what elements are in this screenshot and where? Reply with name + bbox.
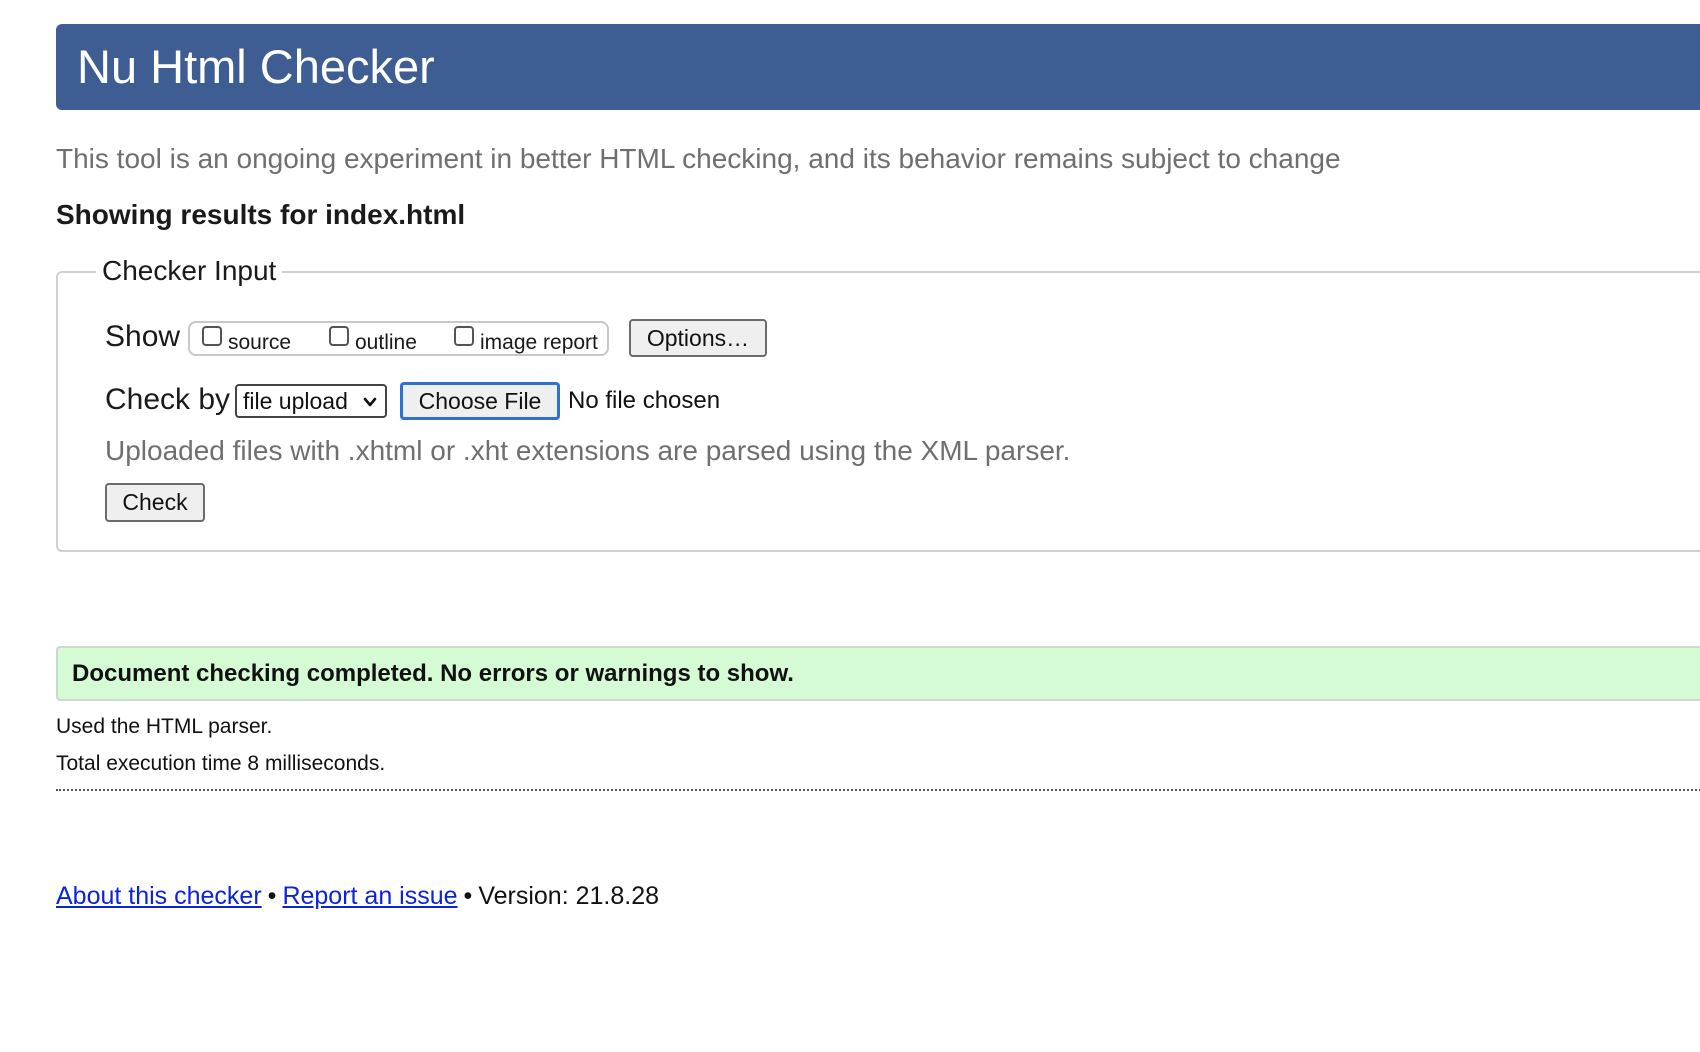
check-button[interactable]: Check xyxy=(105,483,205,522)
report-issue-link[interactable]: Report an issue xyxy=(282,882,457,910)
check-by-label: Check by xyxy=(105,383,231,416)
show-source-option[interactable]: source xyxy=(202,323,291,358)
success-message-bar: Document checking completed. No errors o… xyxy=(56,646,1700,701)
footer: About this checker • Report an issue • Versi… xyxy=(56,880,659,912)
show-label: Show xyxy=(105,320,181,353)
no-file-chosen-text: No file chosen xyxy=(568,387,721,414)
about-checker-link[interactable]: About this checker xyxy=(56,882,262,910)
source-checkbox-label: source xyxy=(228,330,292,354)
outline-checkbox[interactable] xyxy=(329,325,349,346)
chevron-down-icon xyxy=(363,397,377,407)
show-options-group: source outline image report xyxy=(188,321,609,356)
version-text: Version: 21.8.28 xyxy=(478,882,660,910)
outline-checkbox-label: outline xyxy=(355,330,417,354)
footer-separator: • xyxy=(463,882,473,910)
success-message: Document checking completed. No errors o… xyxy=(72,660,794,687)
page-title: Nu Html Checker xyxy=(77,40,435,93)
source-checkbox[interactable] xyxy=(202,325,222,346)
show-image-report-option[interactable]: image report xyxy=(454,323,598,358)
options-button[interactable]: Options… xyxy=(629,319,767,357)
page: Nu Html Checker This tool is an ongoing … xyxy=(0,0,1700,1052)
check-by-select[interactable]: file upload xyxy=(235,384,387,418)
execution-time: Total execution time 8 milliseconds. xyxy=(56,752,386,775)
check-by-selected-value: file upload xyxy=(243,388,348,414)
results-heading: Showing results for index.html xyxy=(56,199,466,230)
checker-input-legend: Checker Input xyxy=(96,254,283,288)
footer-separator: • xyxy=(267,882,277,910)
tagline: This tool is an ongoing experiment in be… xyxy=(56,143,1341,174)
choose-file-button[interactable]: Choose File xyxy=(400,382,560,420)
parser-info: Used the HTML parser. xyxy=(56,715,273,738)
show-outline-option[interactable]: outline xyxy=(329,323,417,358)
divider xyxy=(56,789,1700,791)
upload-note: Uploaded files with .xhtml or .xht exten… xyxy=(105,435,1071,466)
header-bar: Nu Html Checker xyxy=(56,24,1700,110)
image-report-checkbox-label: image report xyxy=(480,330,598,354)
image-report-checkbox[interactable] xyxy=(454,325,474,346)
